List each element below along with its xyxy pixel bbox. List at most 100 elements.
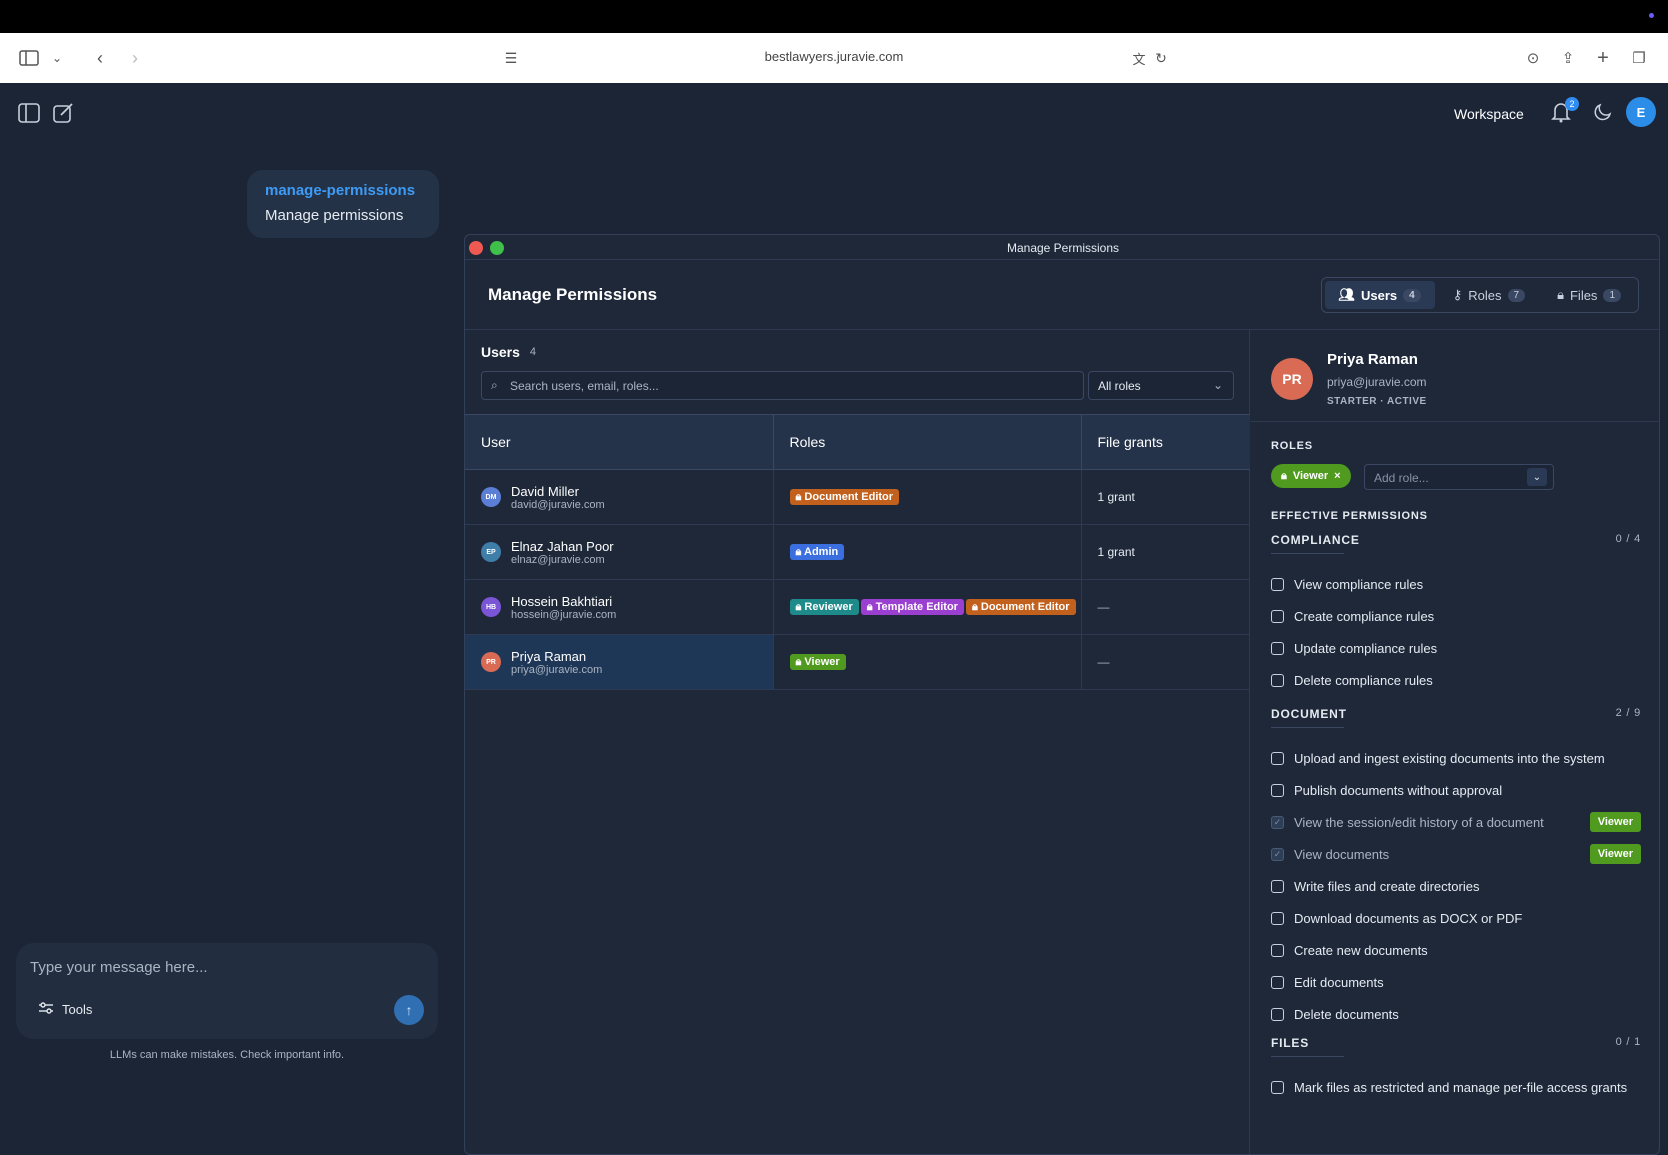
column-header-roles[interactable]: Roles xyxy=(773,414,1082,470)
permission-row[interactable]: Edit documents xyxy=(1271,966,1641,998)
new-tab-icon[interactable]: + xyxy=(1592,47,1614,69)
user-cell[interactable]: EP Elnaz Jahan Poor elnaz@juravie.com xyxy=(465,524,774,580)
avatar: EP xyxy=(481,542,501,562)
address-bar[interactable]: bestlawyers.juravie.com xyxy=(0,49,1668,64)
add-role-placeholder: Add role... xyxy=(1374,471,1429,485)
permission-row[interactable]: Publish documents without approval xyxy=(1271,774,1641,806)
permission-row[interactable]: View compliance rules xyxy=(1271,568,1641,600)
tab-files[interactable]: 🔒︎ Files 1 xyxy=(1543,281,1635,309)
user-cell[interactable]: PR Priya Raman priya@juravie.com xyxy=(465,634,774,690)
permission-label: Edit documents xyxy=(1294,974,1384,990)
grants-cell[interactable]: 1 grant xyxy=(1081,469,1250,525)
permission-checkbox[interactable]: ✓ xyxy=(1271,815,1284,829)
workspace-link[interactable]: Workspace xyxy=(1454,106,1524,122)
permission-label: View documents xyxy=(1294,846,1390,862)
send-button[interactable]: ↑ xyxy=(394,995,424,1025)
users-title: Users xyxy=(481,344,520,360)
search-icon: ⌕ xyxy=(491,378,498,392)
table-row[interactable]: EP Elnaz Jahan Poor elnaz@juravie.com 🔒︎ Ad… xyxy=(465,524,1250,580)
translate-icon[interactable]: 文 xyxy=(1128,47,1150,69)
reload-icon[interactable]: ↻ xyxy=(1150,47,1172,69)
user-email: david@juravie.com xyxy=(511,498,605,511)
message-composer[interactable]: Type your message here... Tools ↑ xyxy=(16,943,438,1039)
roles-cell[interactable]: 🔒︎ Document Editor xyxy=(773,469,1082,525)
theme-toggle-icon[interactable] xyxy=(1594,103,1614,123)
chevron-down-icon[interactable]: ⌄ xyxy=(1527,468,1547,486)
permission-checkbox[interactable] xyxy=(1271,673,1284,687)
permission-checkbox[interactable] xyxy=(1271,783,1284,797)
column-header-user[interactable]: User xyxy=(465,414,774,470)
tools-button[interactable]: Tools xyxy=(38,1001,92,1018)
role-chip-viewer[interactable]: 🔒︎ Viewer × xyxy=(1271,464,1351,488)
table-row[interactable]: DM David Miller david@juravie.com 🔒︎ Docume… xyxy=(465,469,1250,525)
table-row[interactable]: PR Priya Raman priya@juravie.com 🔒︎ Viewer — xyxy=(465,634,1250,690)
tabs-overview-icon[interactable]: ❐ xyxy=(1628,47,1650,69)
permission-checkbox[interactable] xyxy=(1271,975,1284,989)
roles-cell[interactable]: 🔒︎ Viewer xyxy=(773,634,1082,690)
permission-checkbox[interactable] xyxy=(1271,751,1284,765)
category-header: DOCUMENT 2 / 9 xyxy=(1271,707,1641,721)
table-row[interactable]: HB Hossein Bakhtiari hossein@juravie.com 🔒︎… xyxy=(465,579,1250,635)
grants-cell[interactable]: 1 grant xyxy=(1081,524,1250,580)
permission-row[interactable]: Write files and create directories xyxy=(1271,870,1641,902)
user-name: Hossein Bakhtiari xyxy=(511,593,613,609)
tools-label: Tools xyxy=(62,1002,93,1017)
permission-row[interactable]: Delete documents xyxy=(1271,998,1641,1030)
user-avatar[interactable]: E xyxy=(1626,97,1656,127)
permission-checkbox[interactable] xyxy=(1271,1080,1284,1094)
roles-cell[interactable]: 🔒︎ Admin xyxy=(773,524,1082,580)
search-input[interactable]: ⌕ Search users, email, roles... xyxy=(481,371,1084,400)
add-role-select[interactable]: Add role... ⌄ xyxy=(1364,464,1554,490)
category-count: 0 / 1 xyxy=(1615,1036,1641,1048)
grants-cell[interactable]: — xyxy=(1081,634,1250,690)
download-icon[interactable]: ⊙ xyxy=(1522,47,1544,69)
granted-by-badge: Viewer xyxy=(1589,812,1641,832)
permission-label: Create new documents xyxy=(1294,942,1428,958)
category-name: FILES xyxy=(1271,1036,1310,1050)
tab-label: Users xyxy=(1361,287,1398,303)
permission-row[interactable]: ✓ View documents Viewer xyxy=(1271,838,1641,870)
permission-row[interactable]: Delete compliance rules xyxy=(1271,664,1641,696)
permission-checkbox[interactable] xyxy=(1271,577,1284,591)
permission-checkbox[interactable] xyxy=(1271,879,1284,893)
search-placeholder: Search users, email, roles... xyxy=(510,379,659,393)
permission-row[interactable]: Download documents as DOCX or PDF xyxy=(1271,902,1641,934)
role-pill-label: Document Editor xyxy=(804,491,894,503)
tab-users[interactable]: 👥︎ Users 4 xyxy=(1324,281,1435,309)
permission-checkbox[interactable] xyxy=(1271,609,1284,623)
permission-checkbox[interactable] xyxy=(1271,943,1284,957)
grants-value: — xyxy=(1097,600,1110,614)
category-header: COMPLIANCE 0 / 4 xyxy=(1271,533,1641,547)
user-cell[interactable]: DM David Miller david@juravie.com xyxy=(465,469,774,525)
permission-row[interactable]: Mark files as restricted and manage per-… xyxy=(1271,1071,1641,1103)
role-filter-select[interactable]: All roles ⌄ xyxy=(1088,371,1234,400)
new-chat-icon[interactable] xyxy=(53,103,77,127)
permission-checkbox[interactable] xyxy=(1271,911,1284,925)
grants-cell[interactable]: — xyxy=(1081,579,1250,635)
bell-icon[interactable]: 2 xyxy=(1551,97,1579,125)
column-header-file-grants[interactable]: File grants xyxy=(1081,414,1250,470)
permission-row[interactable]: Upload and ingest existing documents int… xyxy=(1271,742,1641,774)
view-tabs: 👥︎ Users 4 ⚷ Roles 7 🔒︎ Files 1 xyxy=(1320,277,1639,313)
remove-role-icon[interactable]: × xyxy=(1334,470,1340,482)
category-count: 2 / 9 xyxy=(1615,707,1641,719)
avatar: PR xyxy=(1271,358,1313,400)
tab-count: 1 xyxy=(1603,288,1621,302)
message-input[interactable]: Type your message here... xyxy=(30,959,208,976)
permission-checkbox[interactable]: ✓ xyxy=(1271,847,1284,861)
page-title: Manage Permissions xyxy=(488,285,658,304)
permission-row[interactable]: ✓ View the session/edit history of a docu… xyxy=(1271,806,1641,838)
tab-roles[interactable]: ⚷ Roles 7 xyxy=(1439,281,1539,309)
permission-checkbox[interactable] xyxy=(1271,1007,1284,1021)
permission-row[interactable]: Create new documents xyxy=(1271,934,1641,966)
sliders-icon xyxy=(38,1001,54,1018)
user-cell[interactable]: HB Hossein Bakhtiari hossein@juravie.com xyxy=(465,579,774,635)
share-icon[interactable]: ⇪ xyxy=(1557,47,1579,69)
tool-call-bubble[interactable]: manage-permissions Manage permissions xyxy=(247,170,439,238)
roles-cell[interactable]: 🔒︎ Reviewer 🔒︎ Template Editor 🔒︎ Document… xyxy=(773,579,1082,635)
permission-row[interactable]: Create compliance rules xyxy=(1271,600,1641,632)
permission-checkbox[interactable] xyxy=(1271,641,1284,655)
permission-row[interactable]: Update compliance rules xyxy=(1271,632,1641,664)
sidebar-panel-icon[interactable] xyxy=(18,103,42,127)
user-email: hossein@juravie.com xyxy=(511,608,617,621)
